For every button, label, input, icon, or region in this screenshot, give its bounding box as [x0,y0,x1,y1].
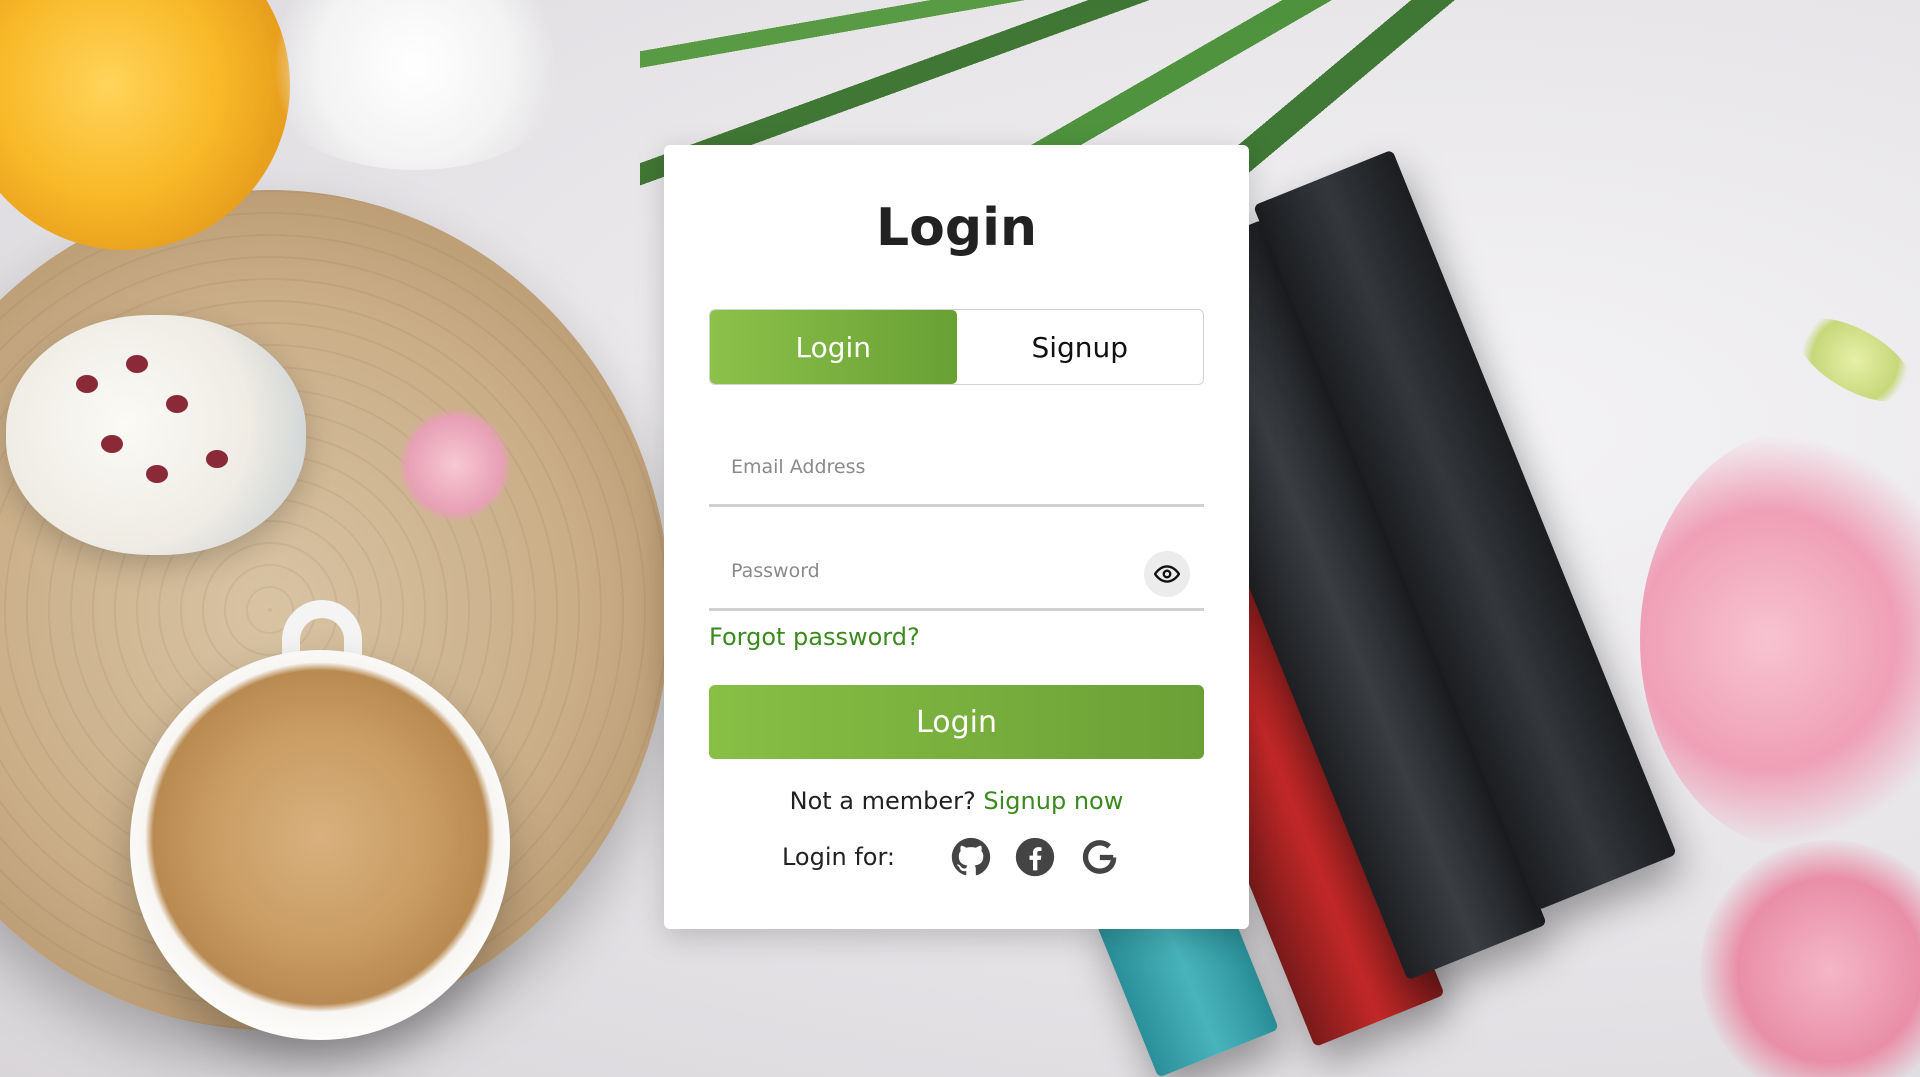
tab-signup[interactable]: Signup [956,310,1203,384]
show-password-button[interactable] [1144,551,1190,597]
auth-tabs: Login Signup [709,309,1204,385]
login-button[interactable]: Login [709,685,1204,759]
password-field[interactable] [709,533,1204,608]
lily-bud [1783,301,1920,419]
page-title: Login [876,198,1037,258]
coffee-cup [130,650,510,1040]
login-for-label: Login for: [781,843,896,871]
pink-flower [400,410,510,520]
email-field[interactable] [709,429,1204,504]
google-icon[interactable] [1079,837,1119,877]
login-card: Login Login Signup Forgot password? Logi… [664,145,1249,929]
not-member-text: Not a member? [789,787,976,815]
signup-prompt: Not a member? Signup now [709,787,1204,815]
white-daisies [250,0,580,170]
email-field-container [709,429,1204,507]
pink-lily [1640,430,1920,850]
forgot-password-link[interactable]: Forgot password? [709,623,920,651]
eye-icon [1154,565,1180,583]
password-field-container [709,533,1204,611]
signup-now-link[interactable]: Signup now [983,787,1123,815]
github-icon[interactable] [951,837,991,877]
candle-jar [6,315,306,555]
social-login: Login for: [709,837,1204,877]
tab-login[interactable]: Login [710,310,957,384]
facebook-icon[interactable] [1015,837,1055,877]
pink-lily-bottom [1700,840,1920,1077]
